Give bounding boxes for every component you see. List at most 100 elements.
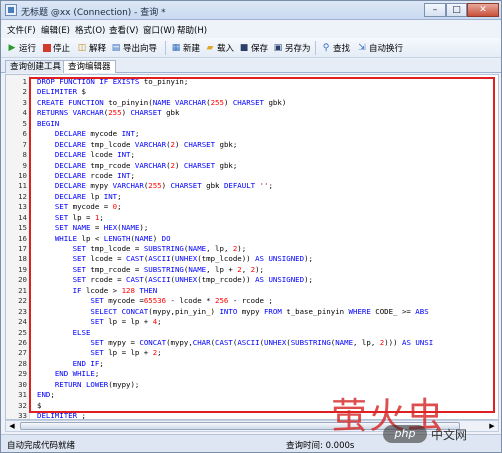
code-line[interactable]: 13 SET mycode = 0; <box>6 202 498 212</box>
code-line[interactable]: 27 SET lp = lp + 2; <box>6 348 498 358</box>
code-text: SET tmp_rcode = SUBSTRING(NAME, lp + 2, … <box>72 264 265 274</box>
line-number: 29 <box>18 369 27 379</box>
line-number: 21 <box>18 285 27 295</box>
autowrap-button[interactable]: ⇲ 自动换行 <box>357 41 403 55</box>
code-line[interactable]: 33 DELIMITER ; <box>6 411 498 419</box>
toolbar: ▶ 运行 停止 ◫ 解释 ▤ 导出向导 ▦ 新建 ▰ 载入 ■ 保存 ▣ 另存为… <box>1 38 501 58</box>
line-number: 5 <box>22 118 27 128</box>
export-icon: ▤ <box>111 43 121 53</box>
code-line[interactable]: 19 SET tmp_rcode = SUBSTRING(NAME, lp + … <box>6 264 498 275</box>
code-line[interactable]: 1 DROP FUNCTION IF EXISTS to_pinyin; <box>6 77 498 87</box>
menu-edit[interactable]: 编辑(E) <box>41 24 70 36</box>
code-line[interactable]: 14 SET lp = 1; <box>6 212 498 223</box>
new-label: 新建 <box>183 44 201 54</box>
line-number: 16 <box>18 233 27 243</box>
horizontal-scrollbar[interactable]: ◀ ▶ <box>5 420 499 432</box>
line-number: 17 <box>18 244 27 253</box>
code-line[interactable]: 28 END IF; <box>6 359 498 369</box>
code-text: WHILE lp < LENGTH(NAME) DO <box>54 233 171 243</box>
code-text: DECLARE rcode INT; <box>54 170 135 180</box>
code-line[interactable]: 7 DECLARE tmp_lcode VARCHAR(2) CHARSET g… <box>6 140 498 150</box>
close-button[interactable]: ✕ <box>467 3 499 17</box>
line-number: 1 <box>22 77 27 86</box>
explain-button[interactable]: ◫ 解释 <box>77 41 106 55</box>
menu-view[interactable]: 查看(V) <box>109 24 138 36</box>
app-window: 无标题 @xx (Connection) - 查询 * – □ ✕ 文件(F) … <box>0 0 502 453</box>
code-line[interactable]: 10 DECLARE rcode INT; <box>6 170 498 181</box>
new-query-icon: ▦ <box>171 43 181 53</box>
code-line[interactable]: 16 WHILE lp < LENGTH(NAME) DO <box>6 233 498 244</box>
code-text: DECLARE lcode INT; <box>54 150 135 160</box>
line-number: 13 <box>18 202 27 212</box>
code-text: $ <box>37 400 42 410</box>
find-button[interactable]: ⚲ 查找 <box>321 41 350 55</box>
maximize-button[interactable]: □ <box>446 3 467 17</box>
code-line[interactable]: 25 ELSE <box>6 327 498 338</box>
load-button[interactable]: ▰ 载入 <box>205 41 234 55</box>
save-as-button[interactable]: ▣ 另存为 <box>273 41 311 55</box>
code-line[interactable]: 3 CREATE FUNCTION to_pinyin(NAME VARCHAR(… <box>6 98 498 108</box>
export-label: 导出向导 <box>123 44 158 54</box>
code-text: RETURN LOWER(mypy); <box>54 379 140 389</box>
code-line[interactable]: 31 END; <box>6 390 498 400</box>
code-line[interactable]: 24 SET lp = lp + 4; <box>6 317 498 327</box>
line-number: 2 <box>22 87 27 97</box>
search-icon: ⚲ <box>322 43 330 53</box>
line-number: 30 <box>18 379 27 389</box>
code-line[interactable]: 32 $ <box>6 400 498 411</box>
save-button[interactable]: ■ 保存 <box>239 41 268 55</box>
code-line[interactable]: 23 SELECT CONCAT(mypy,pin_yin_) INTO myp… <box>6 306 498 317</box>
code-line[interactable]: 5 BEGIN <box>6 118 498 129</box>
code-line[interactable]: 29 END WHILE; <box>6 369 498 379</box>
code-line[interactable]: 30 RETURN LOWER(mypy); <box>6 379 498 390</box>
code-text: END; <box>37 390 55 400</box>
export-wizard-button[interactable]: ▤ 导出向导 <box>111 41 157 55</box>
line-number: 24 <box>18 317 27 327</box>
tab-query-builder[interactable]: 查询创建工具 <box>5 60 67 73</box>
code-line[interactable]: 20 SET rcode = CAST(ASCII(UNHEX(tmp_rcod… <box>6 275 498 285</box>
code-editor[interactable]: 1 DROP FUNCTION IF EXISTS to_pinyin; 2 DELI… <box>5 74 499 420</box>
code-line[interactable]: 18 SET lcode = CAST(ASCII(UNHEX(tmp_lcod… <box>6 254 498 264</box>
stop-button[interactable]: 停止 <box>43 41 70 55</box>
code-text: SET NAME = HEX(NAME); <box>54 223 149 233</box>
new-button[interactable]: ▦ 新建 <box>171 41 200 55</box>
scroll-left-icon[interactable]: ◀ <box>6 421 18 431</box>
minimize-button[interactable]: – <box>424 3 446 17</box>
save-label: 保存 <box>251 44 269 54</box>
code-line[interactable]: 15 SET NAME = HEX(NAME); <box>6 223 498 233</box>
code-text: RETURNS VARCHAR(255) CHARSET gbk <box>37 108 180 118</box>
line-number: 14 <box>18 212 27 222</box>
line-number: 22 <box>18 296 27 306</box>
code-line[interactable]: 11 DECLARE mypy VARCHAR(255) CHARSET gbk… <box>6 181 498 191</box>
code-line[interactable]: 2 DELIMITER $ <box>6 87 498 97</box>
code-line[interactable]: 9 DECLARE tmp_rcode VARCHAR(2) CHARSET g… <box>6 160 498 171</box>
code-line[interactable]: 4 RETURNS VARCHAR(255) CHARSET gbk <box>6 108 498 118</box>
code-line[interactable]: 22 SET mycode =65536 - lcode * 256 - rco… <box>6 296 498 306</box>
title-bar[interactable]: 无标题 @xx (Connection) - 查询 * – □ ✕ <box>1 1 501 20</box>
code-text: SET mycode = 0; <box>54 202 122 212</box>
run-button[interactable]: ▶ 运行 <box>7 41 36 55</box>
tab-query-editor[interactable]: 查询编辑器 <box>63 60 116 73</box>
code-text: ELSE <box>72 327 91 337</box>
code-text: DECLARE tmp_rcode VARCHAR(2) CHARSET gbk… <box>54 160 238 170</box>
menu-format[interactable]: 格式(O) <box>75 24 105 36</box>
code-line[interactable]: 26 SET mypy = CONCAT(mypy,CHAR(CAST(ASCI… <box>6 338 498 348</box>
code-line[interactable]: 21 IF lcode > 128 THEN <box>6 285 498 296</box>
scroll-thumb[interactable] <box>20 422 460 430</box>
code-line[interactable]: 6 DECLARE mycode INT; <box>6 129 498 139</box>
menu-file[interactable]: 文件(F) <box>7 24 36 36</box>
code-line[interactable]: 12 DECLARE lp INT; <box>6 191 498 202</box>
tab-bar: 查询创建工具 查询编辑器 <box>1 59 501 73</box>
menu-window[interactable]: 窗口(W) <box>143 24 175 36</box>
menu-help[interactable]: 帮助(H) <box>177 24 207 36</box>
line-number: 11 <box>18 181 27 191</box>
window-title: 无标题 @xx (Connection) - 查询 * <box>21 8 166 18</box>
scroll-right-icon[interactable]: ▶ <box>486 421 498 431</box>
line-number: 23 <box>18 306 27 316</box>
code-line[interactable]: 8 DECLARE lcode INT; <box>6 150 498 160</box>
line-number: 12 <box>18 191 27 201</box>
code-text: SET tmp_lcode = SUBSTRING(NAME, lp, 2); <box>72 244 247 253</box>
explain-label: 解释 <box>89 44 107 54</box>
code-line[interactable]: 17 SET tmp_lcode = SUBSTRING(NAME, lp, 2… <box>6 244 498 254</box>
line-number: 8 <box>22 150 27 160</box>
